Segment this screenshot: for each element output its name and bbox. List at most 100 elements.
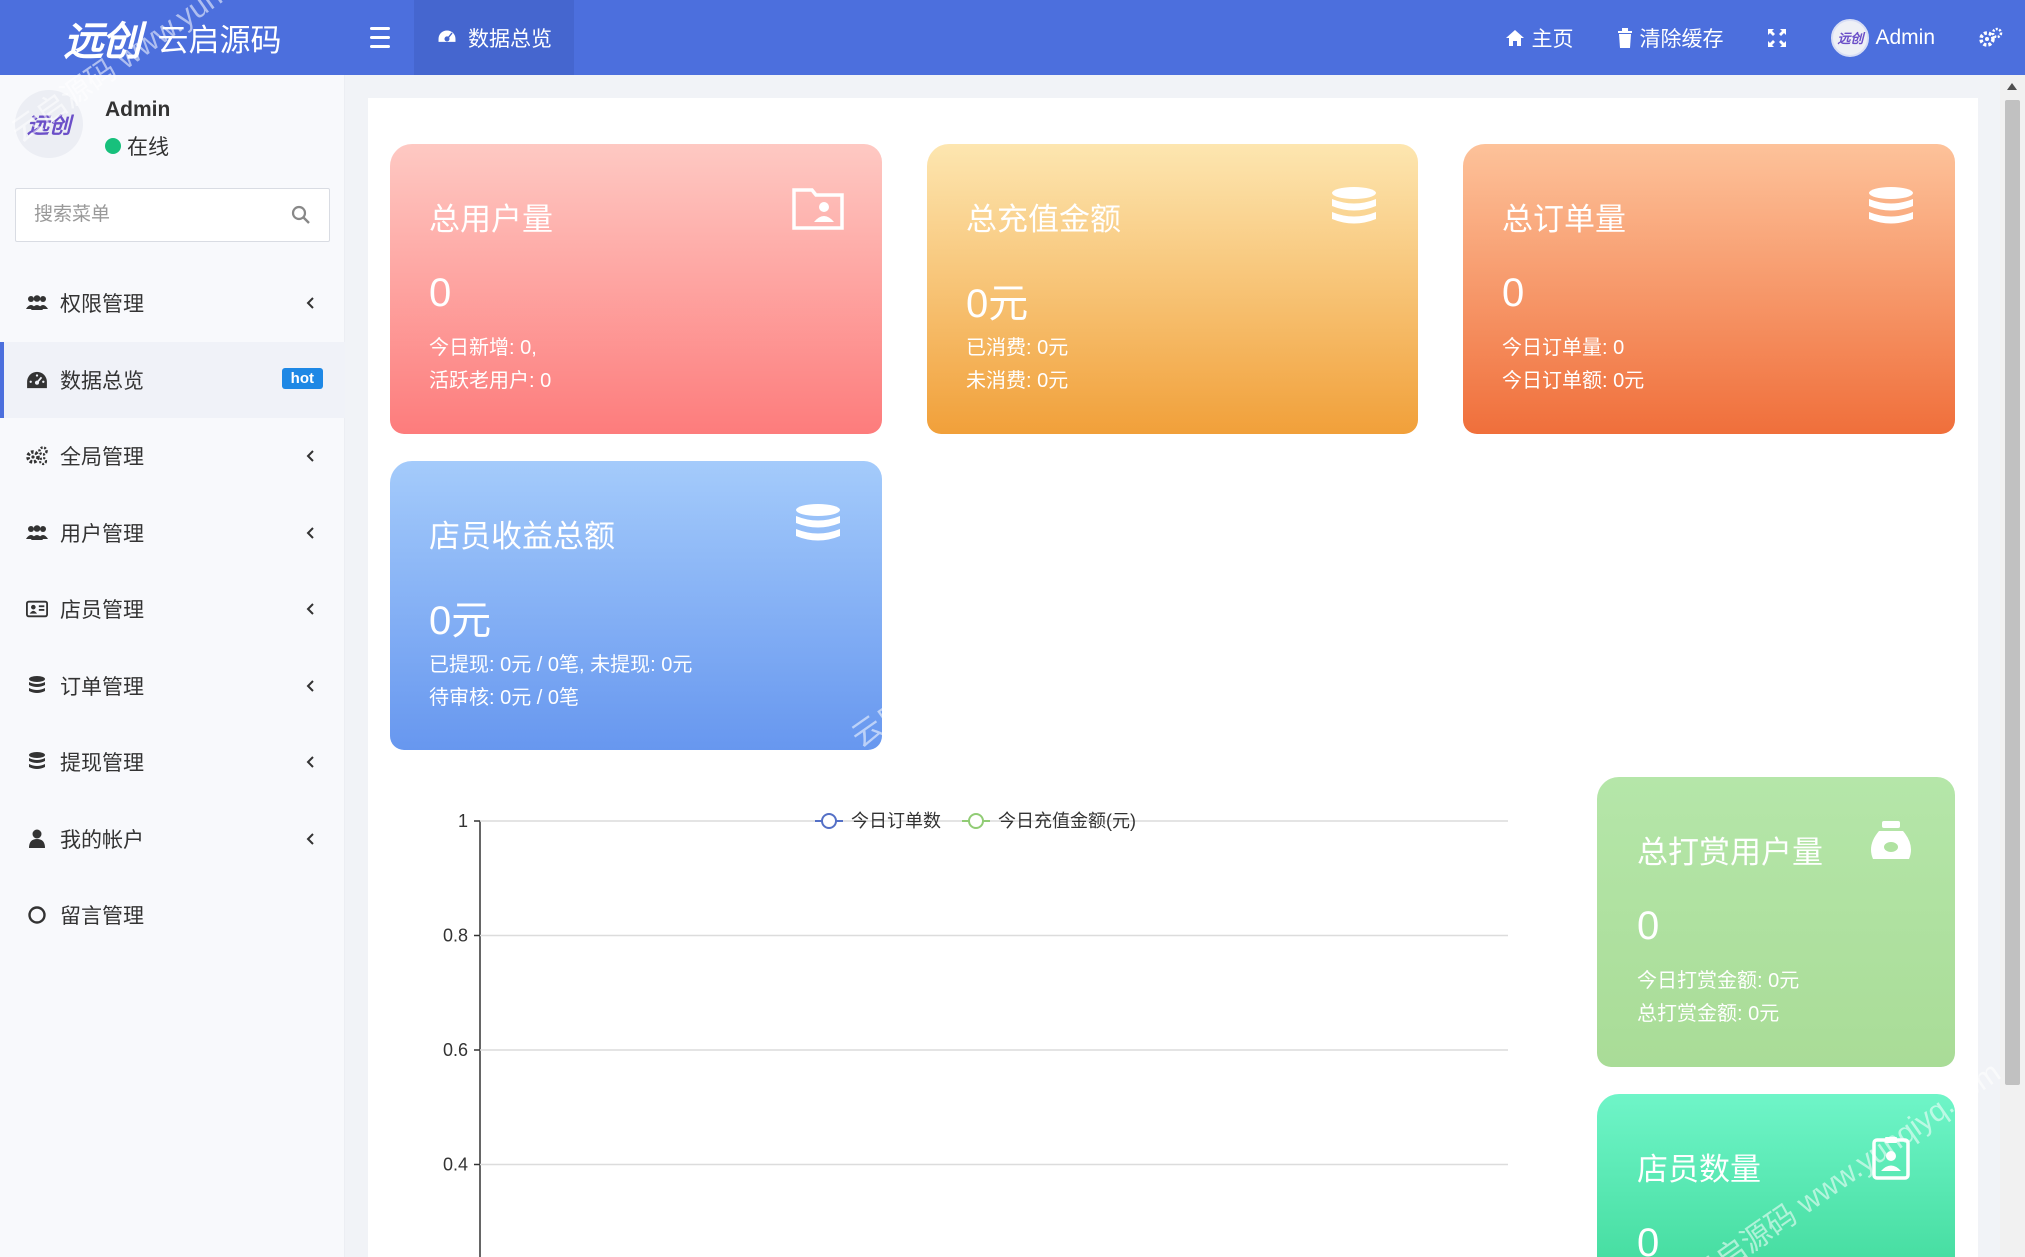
card-title: 总充值金额 <box>966 202 1121 237</box>
avatar: 远创 <box>1831 18 1870 57</box>
legend-marker <box>968 813 984 829</box>
scroll-up-icon[interactable] <box>2007 83 2017 90</box>
card-detail: 今日订单额: 0元 <box>1502 370 1645 392</box>
total-orders-card: 总订单量 0 今日订单量: 0 今日订单额: 0元 <box>1463 144 1955 434</box>
sidebar-item-messages[interactable]: 留言管理 <box>0 877 345 954</box>
y-tick-label: 0.8 <box>443 926 468 946</box>
total-users-card: 总用户量 0 今日新增: 0, 活跃老用户: 0 <box>390 144 882 434</box>
card-detail: 已消费: 0元 <box>966 337 1069 359</box>
id-badge-icon <box>1872 1137 1910 1180</box>
database-icon <box>796 504 840 541</box>
folder-user-icon <box>792 188 844 230</box>
clerk-income-card: 店员收益总额 0元 已提现: 0元 / 0笔, 未提现: 0元 待审核: 0元 … <box>390 461 882 750</box>
sidebar-item-orders[interactable]: 订单管理 <box>0 648 345 725</box>
hot-badge: hot <box>281 367 323 389</box>
search-icon[interactable] <box>291 205 311 225</box>
online-dot-icon <box>105 138 121 154</box>
card-detail: 今日订单量: 0 <box>1502 337 1625 359</box>
sidebar: 远创 Admin 在线 权限管理 数据总览 hot 全局管理 用户管理 <box>0 75 345 1257</box>
y-tick-label: 0.4 <box>443 1155 468 1175</box>
circle-icon <box>26 904 48 926</box>
header-actions: 主页 清除缓存 远创 Admin <box>1483 0 2025 75</box>
sidebar-item-label: 权限管理 <box>60 293 144 317</box>
legend-label: 今日订单数 <box>851 811 941 831</box>
sidebar-item-clerks[interactable]: 店员管理 <box>0 571 345 648</box>
home-button[interactable]: 主页 <box>1483 0 1595 75</box>
top-header: 远创 云启源码 数据总览 主页 清除缓存 远创 Admin <box>0 0 2025 75</box>
card-value: 0元 <box>429 599 492 643</box>
total-recharge-card: 总充值金额 0元 已消费: 0元 未消费: 0元 <box>927 144 1418 434</box>
clear-cache-label: 清除缓存 <box>1639 27 1724 51</box>
database-icon <box>1332 187 1376 224</box>
sidebar-item-label: 全局管理 <box>60 446 144 470</box>
sidebar-item-dashboard[interactable]: 数据总览 hot <box>0 341 345 418</box>
sidebar-item-permissions[interactable]: 权限管理 <box>0 265 345 342</box>
chevron-left-icon <box>306 679 314 692</box>
admin-label: Admin <box>1875 25 1935 49</box>
tab-dashboard[interactable]: 数据总览 <box>414 0 574 75</box>
clear-cache-button[interactable]: 清除缓存 <box>1595 0 1745 75</box>
chevron-left-icon <box>306 297 314 309</box>
tab-label: 数据总览 <box>468 27 552 51</box>
card-detail: 今日新增: 0, <box>429 337 537 359</box>
card-title: 总打赏用户量 <box>1637 835 1823 870</box>
sidebar-item-global[interactable]: 全局管理 <box>0 418 345 495</box>
card-value: 0元 <box>966 282 1029 326</box>
menu-search <box>15 188 330 242</box>
avatar: 远创 <box>15 90 83 158</box>
dashboard-icon <box>437 28 457 43</box>
page-scrollbar[interactable] <box>2000 75 2025 1257</box>
id-card-icon <box>26 598 48 620</box>
user-status: 在线 <box>105 131 169 161</box>
sidebar-item-label: 用户管理 <box>60 522 144 546</box>
user-panel: 远创 Admin 在线 <box>15 90 335 160</box>
sidebar-menu: 权限管理 数据总览 hot 全局管理 用户管理 店员管理 订单管理 提现管理 我… <box>0 265 345 954</box>
chevron-left-icon <box>306 526 314 539</box>
sidebar-item-label: 数据总览 <box>60 369 144 393</box>
brand-logo[interactable]: 远创 云启源码 <box>0 0 345 75</box>
clerk-count-card: 店员数量 0 <box>1597 1094 1955 1257</box>
chevron-left-icon <box>306 832 314 845</box>
card-value: 0 <box>1637 904 1660 948</box>
card-value: 0 <box>429 271 452 315</box>
home-label: 主页 <box>1531 27 1574 51</box>
database-icon <box>26 675 48 697</box>
scroll-thumb[interactable] <box>2005 100 2020 1085</box>
brand-text: 云启源码 <box>157 23 282 58</box>
card-detail: 未消费: 0元 <box>966 370 1069 392</box>
brand-mark: 远创 <box>63 17 142 65</box>
sidebar-item-account[interactable]: 我的帐户 <box>0 801 345 878</box>
legend-marker <box>821 813 837 829</box>
card-detail: 已提现: 0元 / 0笔, 未提现: 0元 <box>429 654 693 676</box>
user-menu[interactable]: 远创 Admin <box>1809 0 1957 75</box>
settings-button[interactable] <box>1957 0 2025 75</box>
card-detail: 今日打赏金额: 0元 <box>1637 970 1800 992</box>
sidebar-item-users[interactable]: 用户管理 <box>0 495 345 572</box>
legend-label: 今日充值金额(元) <box>998 811 1136 831</box>
status-text: 在线 <box>127 136 169 159</box>
cogs-icon <box>26 445 48 467</box>
tip-users-card: 总打赏用户量 0 今日打赏金额: 0元 总打赏金额: 0元 <box>1597 777 1955 1067</box>
card-value: 0 <box>1637 1221 1660 1257</box>
menu-toggle-button[interactable] <box>360 22 400 52</box>
chevron-left-icon <box>306 756 314 768</box>
chevron-left-icon <box>306 603 314 615</box>
card-detail: 总打赏金额: 0元 <box>1637 1003 1780 1025</box>
sidebar-item-withdrawals[interactable]: 提现管理 <box>0 724 345 801</box>
sidebar-item-label: 提现管理 <box>60 752 144 776</box>
home-icon <box>1506 29 1525 46</box>
sidebar-item-label: 我的帐户 <box>60 828 144 852</box>
sidebar-item-label: 留言管理 <box>60 905 144 929</box>
card-value: 0 <box>1502 271 1525 315</box>
chart-svg: 1 0.8 0.6 0.4 今日订单数 今日充值金额(元) <box>443 811 1508 1257</box>
dashboard-icon <box>26 369 48 391</box>
search-input[interactable] <box>16 189 266 241</box>
database-icon <box>1869 187 1913 224</box>
card-title: 店员收益总额 <box>429 519 615 554</box>
y-tick-label: 1 <box>458 811 468 831</box>
trash-icon <box>1618 27 1633 48</box>
fullscreen-button[interactable] <box>1745 0 1809 75</box>
card-title: 总用户量 <box>429 202 553 237</box>
gears-icon <box>1979 27 2003 47</box>
card-title: 店员数量 <box>1637 1152 1761 1187</box>
